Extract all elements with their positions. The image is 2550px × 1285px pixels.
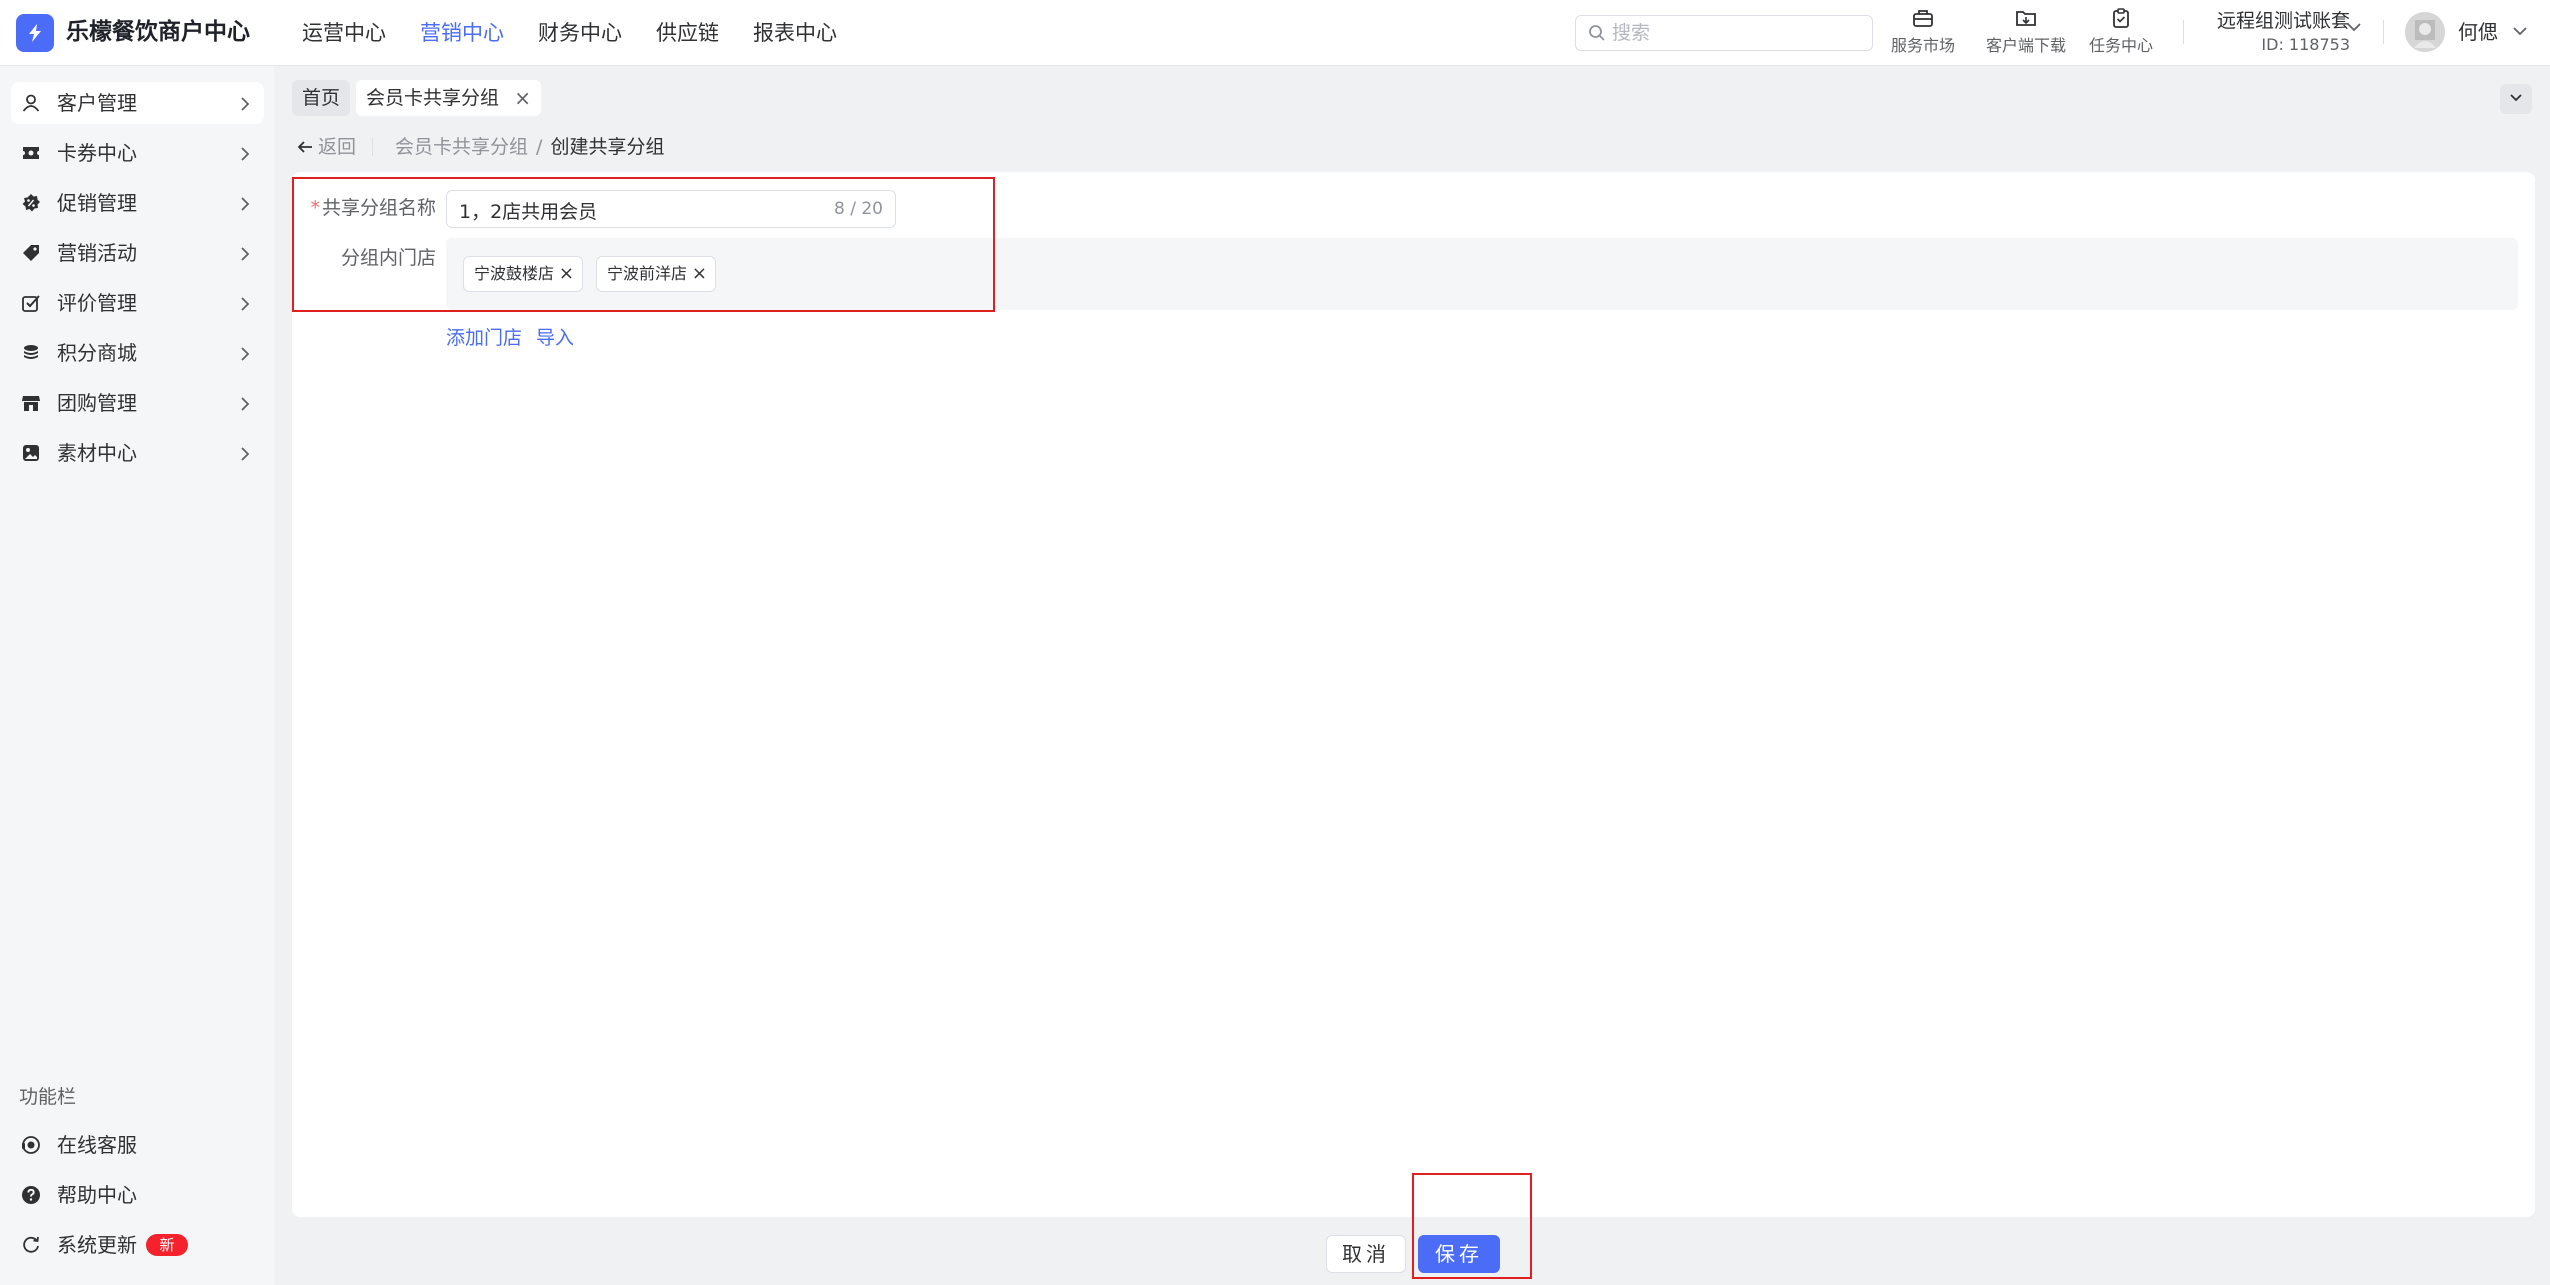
- search-icon: [1588, 24, 1606, 46]
- breadcrumb-separator: /: [536, 136, 543, 158]
- service-market-button[interactable]: 服务市场: [1878, 8, 1968, 56]
- clipboard-icon: [2113, 8, 2129, 28]
- sidebar-item-label: 营销活动: [57, 241, 137, 265]
- account-switcher[interactable]: 远程组测试账套 ID: 118753: [2200, 8, 2350, 56]
- sidebar-item-online-service[interactable]: 在线客服: [11, 1124, 264, 1166]
- highlight-box: [292, 177, 995, 312]
- sidebar-item-label: 促销管理: [57, 191, 137, 215]
- sidebar-item-label: 卡券中心: [57, 141, 137, 165]
- user-name[interactable]: 何偲: [2458, 18, 2498, 46]
- nav-reports[interactable]: 报表中心: [753, 16, 837, 50]
- service-market-label: 服务市场: [1890, 36, 1955, 55]
- top-bar: 乐檬餐饮商户中心 运营中心 营销中心 财务中心 供应链 报表中心 服务市场 客户…: [0, 0, 2550, 66]
- app-brand: 乐檬餐饮商户中心: [66, 19, 250, 45]
- sidebar-item-label: 评价管理: [57, 291, 137, 315]
- nav-operations[interactable]: 运营中心: [302, 16, 386, 50]
- arrow-left-icon: [297, 141, 312, 153]
- form-card: *共享分组名称 8 / 20 分组内门店 宁波鼓楼店 × 宁波前洋店 × 添加门…: [292, 172, 2535, 1217]
- chevron-down-icon[interactable]: [2346, 22, 2362, 32]
- tab-home[interactable]: 首页: [292, 80, 351, 116]
- sidebar-item-help[interactable]: 帮助中心: [11, 1174, 264, 1216]
- tab-member-card-share-group[interactable]: 会员卡共享分组 ×: [356, 80, 542, 116]
- avatar[interactable]: [2405, 12, 2445, 52]
- app-logo-icon[interactable]: [16, 14, 54, 52]
- task-center-label: 任务中心: [2088, 36, 2153, 55]
- store-icon: [22, 396, 40, 411]
- chevron-right-icon: [241, 347, 250, 361]
- divider: [2383, 20, 2384, 44]
- save-button[interactable]: 保存: [1418, 1235, 1500, 1273]
- sidebar-item-system-update[interactable]: 系统更新 新: [11, 1224, 264, 1266]
- chevron-right-icon: [241, 247, 250, 261]
- search-input[interactable]: [1612, 20, 1862, 46]
- sidebar-item-cards[interactable]: 卡券中心: [11, 132, 264, 174]
- client-download-button[interactable]: 客户端下载: [1976, 8, 2076, 56]
- search-box[interactable]: [1575, 15, 1873, 51]
- user-icon: [22, 94, 40, 112]
- refresh-icon: [23, 1236, 39, 1253]
- sidebar-item-group-buying[interactable]: 团购管理: [11, 382, 264, 424]
- close-icon[interactable]: ×: [514, 80, 531, 116]
- coins-icon: [24, 345, 38, 359]
- tab-label: 会员卡共享分组: [366, 87, 500, 109]
- sidebar-item-label: 帮助中心: [57, 1183, 137, 1207]
- nav-supply-chain[interactable]: 供应链: [656, 16, 719, 50]
- sidebar-item-label: 系统更新: [57, 1233, 137, 1257]
- sidebar-item-points-mall[interactable]: 积分商城: [11, 332, 264, 374]
- task-center-button[interactable]: 任务中心: [2076, 8, 2166, 56]
- page-tabs: 首页 会员卡共享分组 ×: [292, 80, 547, 116]
- chevron-right-icon: [241, 147, 250, 161]
- account-id: ID: 118753: [2261, 35, 2350, 54]
- sidebar-item-label: 客户管理: [57, 91, 137, 115]
- chevron-right-icon: [241, 447, 250, 461]
- sidebar-item-label: 素材中心: [57, 441, 137, 465]
- breadcrumb-current: 创建共享分组: [550, 136, 665, 158]
- breadcrumb: 返回 会员卡共享分组 / 创建共享分组: [296, 133, 664, 161]
- top-nav: 运营中心 营销中心 财务中心 供应链 报表中心: [302, 16, 871, 50]
- sidebar-item-label: 在线客服: [57, 1133, 137, 1157]
- chevron-right-icon: [241, 97, 250, 111]
- chevron-down-icon[interactable]: [2512, 26, 2528, 36]
- market-icon: [1913, 10, 1933, 27]
- nav-marketing[interactable]: 营销中心: [420, 16, 504, 50]
- nav-finance[interactable]: 财务中心: [538, 16, 622, 50]
- sidebar-item-materials[interactable]: 素材中心: [11, 432, 264, 474]
- user-avatar-icon: [2405, 12, 2445, 52]
- account-name: 远程组测试账套: [2216, 10, 2350, 32]
- back-label: 返回: [318, 136, 357, 158]
- cancel-button[interactable]: 取消: [1326, 1235, 1406, 1273]
- review-icon: [22, 295, 40, 312]
- back-link[interactable]: 返回: [296, 133, 356, 161]
- discount-icon: [22, 194, 40, 212]
- new-badge: 新: [146, 1234, 188, 1256]
- headset-icon: [22, 1136, 40, 1154]
- help-icon: [22, 1186, 40, 1204]
- import-link[interactable]: 导入: [536, 324, 574, 352]
- sidebar-item-customers[interactable]: 客户管理: [11, 82, 264, 124]
- sidebar-item-label: 团购管理: [57, 391, 137, 415]
- sidebar-item-promotions[interactable]: 促销管理: [11, 182, 264, 224]
- add-store-link[interactable]: 添加门店: [446, 324, 522, 352]
- ticket-icon: [23, 147, 39, 159]
- chevron-down-icon: [2510, 94, 2522, 102]
- chevron-right-icon: [241, 297, 250, 311]
- chevron-right-icon: [241, 197, 250, 211]
- sidebar-item-campaigns[interactable]: 营销活动: [11, 232, 264, 274]
- divider: [372, 138, 374, 156]
- divider: [2183, 20, 2184, 44]
- breadcrumb-parent[interactable]: 会员卡共享分组: [395, 133, 528, 161]
- sidebar-item-label: 积分商城: [57, 341, 137, 365]
- folder-download-icon: [2016, 11, 2036, 26]
- client-download-label: 客户端下载: [1985, 36, 2066, 55]
- chevron-right-icon: [241, 397, 250, 411]
- image-icon: [23, 445, 39, 461]
- sidebar-item-reviews[interactable]: 评价管理: [11, 282, 264, 324]
- tabs-dropdown-button[interactable]: [2500, 84, 2532, 114]
- function-bar-title: 功能栏: [19, 1086, 77, 1108]
- sidebar: 客户管理 卡券中心 促销管理 营销活动 评价管理 积分商城 团购管理 素材中心 …: [0, 66, 274, 1285]
- tag-icon: [23, 245, 39, 261]
